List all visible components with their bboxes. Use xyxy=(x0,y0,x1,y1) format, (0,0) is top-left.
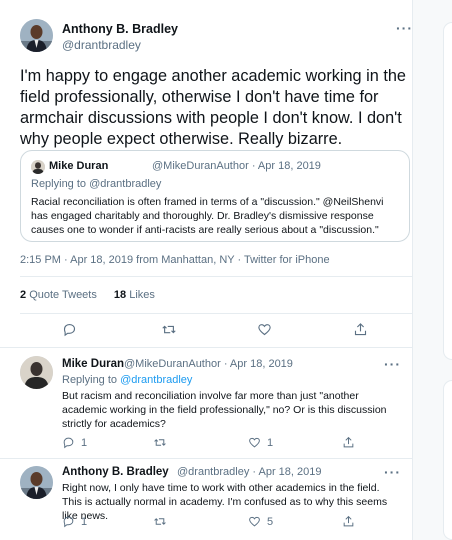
retweet-button[interactable] xyxy=(161,322,177,337)
retweet-icon xyxy=(154,439,166,446)
tweet-thread: Anthony B. Bradley @drantbradley ··· I'm… xyxy=(0,0,413,540)
retweet-button[interactable] xyxy=(153,436,173,449)
avatar[interactable] xyxy=(20,19,53,52)
more-icon[interactable]: ··· xyxy=(396,20,412,36)
like-button[interactable]: 5 xyxy=(248,515,273,528)
avatar[interactable] xyxy=(20,466,53,499)
tweet-stats: 2 Quote Tweets 18 Likes xyxy=(20,289,169,301)
reply-icon xyxy=(63,323,76,337)
divider xyxy=(20,313,412,314)
share-icon xyxy=(354,323,367,336)
reply-icon xyxy=(63,437,74,449)
heart-icon xyxy=(258,324,271,336)
likes-stat[interactable]: 18 Likes xyxy=(114,289,155,301)
reply-button[interactable]: 1 xyxy=(62,436,87,449)
replying-to-label: Replying to xyxy=(62,374,118,386)
more-icon[interactable]: ··· xyxy=(384,356,401,372)
tweet-meta[interactable]: 2:15 PM · Apr 18, 2019 from Manhattan, N… xyxy=(20,254,330,266)
quote-tweets-label: Quote Tweets xyxy=(29,289,97,301)
author-handle[interactable]: @drantbradley xyxy=(62,38,141,52)
retweet-icon xyxy=(154,518,166,525)
divider xyxy=(0,458,412,459)
author-name[interactable]: Anthony B. Bradley xyxy=(62,22,178,36)
divider xyxy=(0,347,412,348)
quoted-text: Racial reconciliation is often framed in… xyxy=(31,196,384,236)
retweet-button[interactable] xyxy=(153,515,173,528)
like-count: 5 xyxy=(267,515,274,528)
retweet-icon xyxy=(162,325,176,334)
share-icon xyxy=(343,436,354,448)
sidebar-card xyxy=(443,380,452,540)
reply-text: But racism and reconciliation involve fa… xyxy=(62,390,387,430)
like-count: 1 xyxy=(267,436,274,449)
reply-meta: @MikeDuranAuthor · Apr 18, 2019 xyxy=(124,358,293,370)
heart-icon xyxy=(249,516,260,527)
divider xyxy=(20,276,412,277)
quoted-author-name: Mike Duran xyxy=(49,160,109,172)
avatar[interactable] xyxy=(20,356,53,389)
quoted-tweet[interactable]: Mike Duran @MikeDuranAuthor · Apr 18, 20… xyxy=(20,150,410,242)
like-button[interactable]: 1 xyxy=(248,436,273,449)
reply-icon xyxy=(63,516,74,528)
like-button[interactable] xyxy=(257,322,272,337)
tweet-text: I'm happy to engage another academic wor… xyxy=(20,67,406,148)
reply-button[interactable] xyxy=(62,322,77,337)
share-icon xyxy=(343,515,354,527)
share-button[interactable] xyxy=(353,322,368,337)
sidebar-card xyxy=(443,22,452,360)
share-button[interactable] xyxy=(342,515,355,528)
quoted-replying-to: Replying to @drantbradley xyxy=(31,178,162,190)
more-icon[interactable]: ··· xyxy=(384,464,401,480)
reply-meta: @drantbradley · Apr 18, 2019 xyxy=(177,466,322,478)
replying-to: Replying to @drantbradley xyxy=(62,374,192,386)
avatar xyxy=(31,160,45,174)
quote-tweets-stat[interactable]: 2 Quote Tweets xyxy=(20,289,97,301)
reply-author-name[interactable]: Anthony B. Bradley xyxy=(62,466,169,478)
reply-author-name[interactable]: Mike Duran xyxy=(62,358,124,370)
reply-count: 1 xyxy=(81,436,88,449)
quoted-meta: @MikeDuranAuthor · Apr 18, 2019 xyxy=(152,160,321,172)
right-sidebar xyxy=(413,0,452,540)
reply-count: 1 xyxy=(81,515,88,528)
replying-to-handle[interactable]: @drantbradley xyxy=(120,374,192,386)
likes-count: 18 xyxy=(113,289,127,301)
likes-label: Likes xyxy=(129,289,155,301)
share-button[interactable] xyxy=(342,436,355,449)
reply-button[interactable]: 1 xyxy=(62,515,87,528)
heart-icon xyxy=(249,437,260,448)
quote-tweets-count: 2 xyxy=(20,289,27,301)
